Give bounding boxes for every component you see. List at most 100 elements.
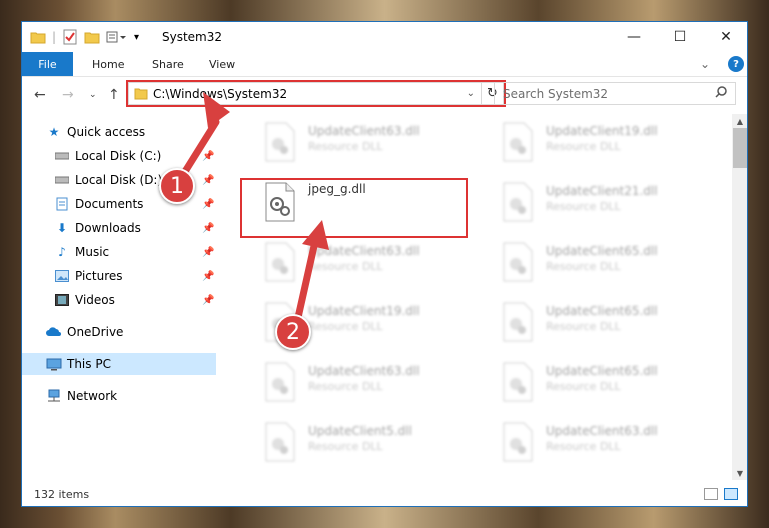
list-item[interactable]: UpdateClient63.dll Resource DLL (480, 416, 710, 468)
pictures-icon (54, 269, 70, 283)
recent-locations-icon[interactable]: ⌄ (89, 90, 97, 100)
file-description: Resource DLL (308, 140, 383, 153)
file-name: UpdateClient65.dll (546, 304, 658, 318)
maximize-button[interactable]: ☐ (657, 22, 703, 52)
pin-icon[interactable]: 📌 (202, 247, 214, 258)
sidebar-item-music[interactable]: ♪ Music 📌 (22, 241, 216, 263)
separator: | (52, 30, 57, 44)
file-name: UpdateClient19.dll (546, 124, 658, 138)
pin-icon[interactable]: 📌 (202, 151, 214, 162)
file-description: Resource DLL (546, 140, 621, 153)
window-title: System32 (162, 30, 223, 44)
sidebar-item-label: Local Disk (D:) (75, 173, 163, 187)
list-item[interactable]: UpdateClient65.dll Resource DLL (480, 236, 710, 288)
sidebar-item-downloads[interactable]: ⬇ Downloads 📌 (22, 217, 216, 239)
pin-icon[interactable]: 📌 (202, 223, 214, 234)
file-name: UpdateClient65.dll (546, 364, 658, 378)
file-description: Resource DLL (308, 440, 383, 453)
tab-share[interactable]: Share (152, 52, 184, 76)
tab-file[interactable]: File (22, 52, 73, 76)
minimize-button[interactable]: — (611, 22, 657, 52)
back-icon[interactable]: ← (34, 87, 46, 103)
dll-file-icon (503, 302, 533, 342)
search-icon (715, 86, 727, 101)
list-item[interactable]: UpdateClient65.dll Resource DLL (480, 356, 710, 408)
documents-icon (54, 197, 70, 211)
properties-icon[interactable] (62, 28, 78, 46)
list-item[interactable]: UpdateClient63.dll Resource DLL (242, 116, 472, 168)
dll-file-icon (503, 362, 533, 402)
sidebar-item-quick-access[interactable]: ★ Quick access (22, 121, 216, 143)
file-name: UpdateClient65.dll (546, 244, 658, 258)
sidebar-item-this-pc[interactable]: This PC (22, 353, 216, 375)
list-item[interactable]: UpdateClient63.dll Resource DLL (242, 356, 472, 408)
dll-file-icon (265, 182, 295, 222)
close-button[interactable]: ✕ (703, 22, 747, 52)
dll-file-icon (503, 122, 533, 162)
sidebar-item-local-disk-c[interactable]: Local Disk (C:) 📌 (22, 145, 216, 167)
ribbon: File Home Share View ⌄ ? (22, 52, 747, 77)
list-item[interactable]: UpdateClient65.dll Resource DLL (480, 296, 710, 348)
network-icon (46, 389, 62, 403)
dll-file-icon (265, 422, 295, 462)
sidebar-item-label: Music (75, 245, 110, 259)
customize-toolbar-icon[interactable] (106, 28, 128, 46)
sidebar-item-label: Quick access (67, 125, 146, 139)
step-2-badge: 2 (275, 314, 311, 350)
sidebar-item-pictures[interactable]: Pictures 📌 (22, 265, 216, 287)
explorer-window: | ▾ System32 — ☐ ✕ File Home Share View … (21, 21, 748, 507)
dll-file-icon (265, 122, 295, 162)
details-view-icon[interactable] (704, 488, 718, 500)
file-name: UpdateClient63.dll (546, 424, 658, 438)
tab-view[interactable]: View (209, 52, 235, 76)
address-bar[interactable]: C:\Windows\System32 ⌄ (128, 82, 482, 105)
list-item[interactable]: UpdateClient63.dll Resource DLL (242, 236, 472, 288)
address-dropdown-icon[interactable]: ⌄ (467, 88, 475, 99)
sidebar-item-label: Videos (75, 293, 115, 307)
computer-icon (46, 357, 62, 371)
vertical-scrollbar[interactable]: ▲ ▼ (732, 114, 747, 480)
file-name: UpdateClient21.dll (546, 184, 658, 198)
sidebar-item-onedrive[interactable]: OneDrive (22, 321, 216, 343)
forward-icon[interactable]: → (62, 87, 74, 103)
up-icon[interactable]: ↑ (108, 87, 120, 103)
file-list: UpdateClient63.dll Resource DLL UpdateCl… (222, 114, 732, 480)
pin-icon[interactable]: 📌 (202, 271, 214, 282)
help-icon[interactable]: ? (728, 56, 744, 72)
large-icons-view-icon[interactable] (724, 488, 738, 500)
scroll-down-icon[interactable]: ▼ (732, 466, 747, 480)
search-placeholder: Search System32 (503, 86, 609, 101)
dll-file-icon (503, 242, 533, 282)
step-1-badge: 1 (159, 168, 195, 204)
list-item[interactable]: UpdateClient19.dll Resource DLL (480, 116, 710, 168)
sidebar-item-label: OneDrive (67, 325, 124, 339)
list-item-jpeg-g-dll[interactable]: jpeg_g.dll (242, 176, 472, 228)
star-icon: ★ (48, 125, 60, 139)
scrollbar-thumb[interactable] (733, 128, 747, 168)
new-folder-icon[interactable] (84, 28, 100, 46)
pin-icon[interactable]: 📌 (202, 295, 214, 306)
dll-file-icon (503, 422, 533, 462)
pin-icon[interactable]: 📌 (202, 199, 214, 210)
tab-home[interactable]: Home (92, 52, 124, 76)
file-name: UpdateClient5.dll (308, 424, 412, 438)
dropdown-arrow-icon[interactable]: ▾ (134, 28, 139, 46)
ribbon-expand-icon[interactable]: ⌄ (700, 52, 710, 76)
sidebar-item-network[interactable]: Network (22, 385, 216, 407)
dll-file-icon (265, 362, 295, 402)
list-item[interactable]: UpdateClient5.dll Resource DLL (242, 416, 472, 468)
file-description: Resource DLL (308, 380, 383, 393)
sidebar-item-label: Local Disk (C:) (75, 149, 162, 163)
sidebar-item-label: This PC (67, 357, 111, 371)
file-description: Resource DLL (546, 440, 621, 453)
search-input[interactable]: Search System32 (494, 82, 736, 105)
file-name: UpdateClient63.dll (308, 364, 420, 378)
scroll-up-icon[interactable]: ▲ (732, 114, 747, 128)
pin-icon[interactable]: 📌 (202, 175, 214, 186)
sidebar-item-videos[interactable]: Videos 📌 (22, 289, 216, 311)
sidebar-item-label: Pictures (75, 269, 123, 283)
file-name: UpdateClient63.dll (308, 244, 420, 258)
dll-file-icon (503, 182, 533, 222)
list-item[interactable]: UpdateClient21.dll Resource DLL (480, 176, 710, 228)
sidebar-item-label: Network (67, 389, 118, 403)
